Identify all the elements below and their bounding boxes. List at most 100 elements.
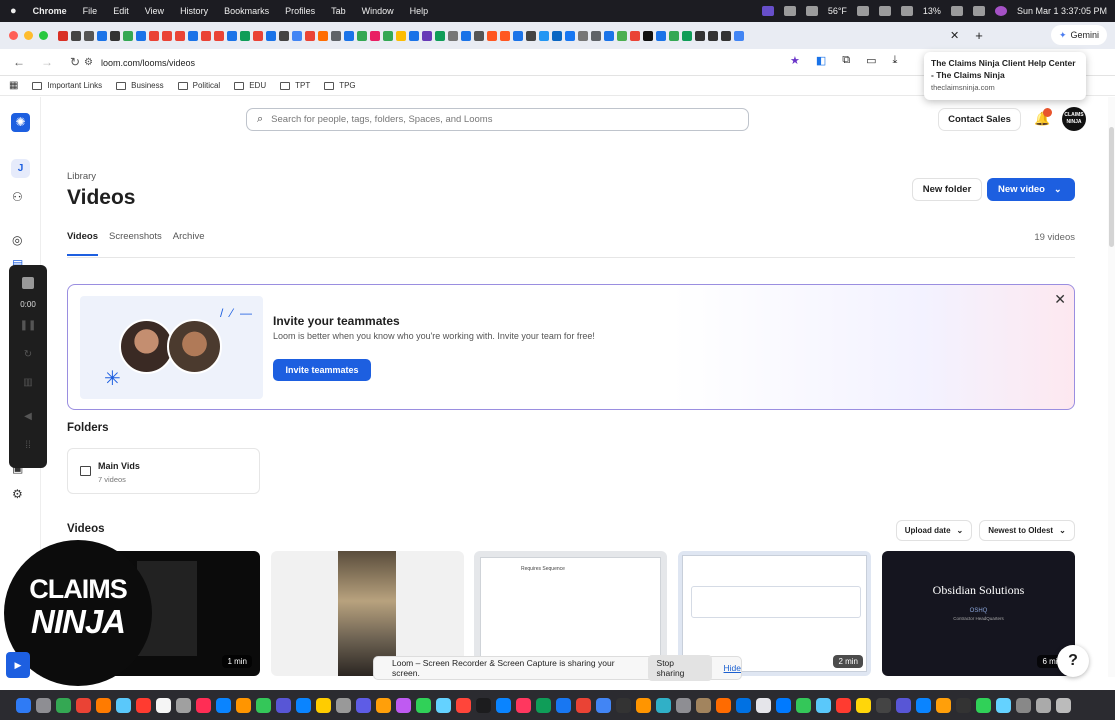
- dock-app-icon[interactable]: [356, 697, 371, 713]
- extensions-puzzle-icon[interactable]: ⧉: [842, 54, 850, 67]
- tab-favicon-icon[interactable]: [136, 30, 146, 41]
- tab-favicon-icon[interactable]: [682, 30, 692, 41]
- back-icon[interactable]: ←: [10, 55, 28, 69]
- tab-favicon-icon[interactable]: [292, 30, 302, 41]
- tab-favicon-icon[interactable]: [604, 30, 614, 41]
- dock-app-icon[interactable]: [376, 697, 391, 713]
- restart-icon[interactable]: ↻: [9, 349, 47, 360]
- bookmark-folder-edu[interactable]: EDU: [234, 81, 266, 90]
- dock-app-icon[interactable]: [36, 697, 51, 713]
- dock-app-icon[interactable]: [736, 697, 751, 713]
- tab-favicon-icon[interactable]: [565, 30, 575, 41]
- dock-app-icon[interactable]: [1056, 697, 1071, 713]
- menu-chrome[interactable]: Chrome: [33, 6, 67, 16]
- download-icon[interactable]: ⤓: [893, 54, 898, 67]
- dock-app-icon[interactable]: [396, 697, 411, 713]
- siri-icon[interactable]: [994, 6, 1007, 16]
- pinned-tab-favicons[interactable]: [58, 30, 938, 41]
- stats-icon[interactable]: [783, 6, 796, 16]
- tab-favicon-icon[interactable]: [435, 30, 445, 41]
- dock-app-icon[interactable]: [876, 697, 891, 713]
- tab-favicon-icon[interactable]: [357, 30, 367, 41]
- dock-app-icon[interactable]: [676, 697, 691, 713]
- menu-view[interactable]: View: [145, 6, 164, 16]
- tab-archive[interactable]: Archive: [173, 231, 205, 256]
- page-scrollbar[interactable]: [1108, 97, 1115, 677]
- tab-favicon-icon[interactable]: [123, 30, 133, 41]
- dock-app-icon[interactable]: [176, 697, 191, 713]
- help-button[interactable]: ?: [1057, 645, 1089, 677]
- dock-app-icon[interactable]: [56, 697, 71, 713]
- menu-tab[interactable]: Tab: [331, 6, 346, 16]
- close-banner-icon[interactable]: ✕: [1054, 291, 1066, 308]
- tab-favicon-icon[interactable]: [487, 30, 497, 41]
- menu-window[interactable]: Window: [362, 6, 394, 16]
- tab-videos[interactable]: Videos: [67, 231, 98, 256]
- dock-app-icon[interactable]: [516, 697, 531, 713]
- tab-favicon-icon[interactable]: [643, 30, 653, 41]
- tab-favicon-icon[interactable]: [214, 30, 224, 41]
- menu-profiles[interactable]: Profiles: [285, 6, 315, 16]
- bluetooth-icon[interactable]: [856, 6, 869, 16]
- screen-record-icon[interactable]: [761, 6, 774, 16]
- tab-favicon-icon[interactable]: [253, 30, 263, 41]
- pause-icon[interactable]: ❚❚: [9, 320, 47, 331]
- tab-favicon-icon[interactable]: [734, 30, 744, 41]
- tab-favicon-icon[interactable]: [617, 30, 627, 41]
- dock-app-icon[interactable]: [336, 697, 351, 713]
- tab-favicon-icon[interactable]: [201, 30, 211, 41]
- tab-favicon-icon[interactable]: [110, 30, 120, 41]
- invite-teammates-button[interactable]: Invite teammates: [273, 359, 371, 381]
- reload-icon[interactable]: ↻: [66, 55, 84, 69]
- tab-favicon-icon[interactable]: [526, 30, 536, 41]
- dock-app-icon[interactable]: [296, 697, 311, 713]
- clock[interactable]: Sun Mar 1 3:37:05 PM: [1017, 6, 1107, 16]
- dock-app-icon[interactable]: [556, 697, 571, 713]
- tab-favicon-icon[interactable]: [669, 30, 679, 41]
- tab-favicon-icon[interactable]: [227, 30, 237, 41]
- dock-app-icon[interactable]: [856, 697, 871, 713]
- camera-toggle-icon[interactable]: ▶: [6, 652, 30, 678]
- tab-favicon-icon[interactable]: [58, 30, 68, 41]
- cast-icon[interactable]: ▭: [866, 54, 876, 67]
- loom-logo-icon[interactable]: ✺: [11, 113, 30, 132]
- dock-app-icon[interactable]: [216, 697, 231, 713]
- focus-icon[interactable]: [878, 6, 891, 16]
- tab-favicon-icon[interactable]: [513, 30, 523, 41]
- search-input[interactable]: ⌕ Search for people, tags, folders, Spac…: [246, 108, 749, 131]
- dock-app-icon[interactable]: [636, 697, 651, 713]
- tab-favicon-icon[interactable]: [721, 30, 731, 41]
- tab-favicon-icon[interactable]: [656, 30, 666, 41]
- bookmark-folder-tpt[interactable]: TPT: [280, 81, 310, 90]
- weather-icon[interactable]: [805, 6, 818, 16]
- account-icon[interactable]: ◎: [12, 233, 22, 247]
- tab-favicon-icon[interactable]: [448, 30, 458, 41]
- close-window-button[interactable]: [9, 31, 18, 40]
- tab-favicon-icon[interactable]: [396, 30, 406, 41]
- tab-favicon-icon[interactable]: [279, 30, 289, 41]
- dock-app-icon[interactable]: [996, 697, 1011, 713]
- folder-card-main-vids[interactable]: Main Vids 7 videos: [67, 448, 260, 494]
- dock-app-icon[interactable]: [896, 697, 911, 713]
- tab-favicon-icon[interactable]: [331, 30, 341, 41]
- tab-favicon-icon[interactable]: [175, 30, 185, 41]
- battery-percent[interactable]: 13%: [923, 6, 941, 16]
- weather-temp[interactable]: 56°F: [828, 6, 847, 16]
- tab-favicon-icon[interactable]: [370, 30, 380, 41]
- tab-favicon-icon[interactable]: [162, 30, 172, 41]
- dock-app-icon[interactable]: [776, 697, 791, 713]
- stop-recording-button[interactable]: [22, 277, 34, 289]
- forward-icon[interactable]: →: [38, 55, 56, 69]
- site-info-icon[interactable]: ⚙: [84, 57, 93, 68]
- dock-app-icon[interactable]: [116, 697, 131, 713]
- stop-sharing-button[interactable]: Stop sharing: [647, 655, 712, 681]
- sort-field-dropdown[interactable]: Upload date ⌄: [896, 520, 972, 541]
- tab-favicon-icon[interactable]: [695, 30, 705, 41]
- tab-favicon-icon[interactable]: [97, 30, 107, 41]
- menu-file[interactable]: File: [83, 6, 98, 16]
- dock-app-icon[interactable]: [316, 697, 331, 713]
- tab-favicon-icon[interactable]: [318, 30, 328, 41]
- apple-menu[interactable]: ●: [10, 5, 17, 17]
- tab-favicon-icon[interactable]: [630, 30, 640, 41]
- tab-favicon-icon[interactable]: [344, 30, 354, 41]
